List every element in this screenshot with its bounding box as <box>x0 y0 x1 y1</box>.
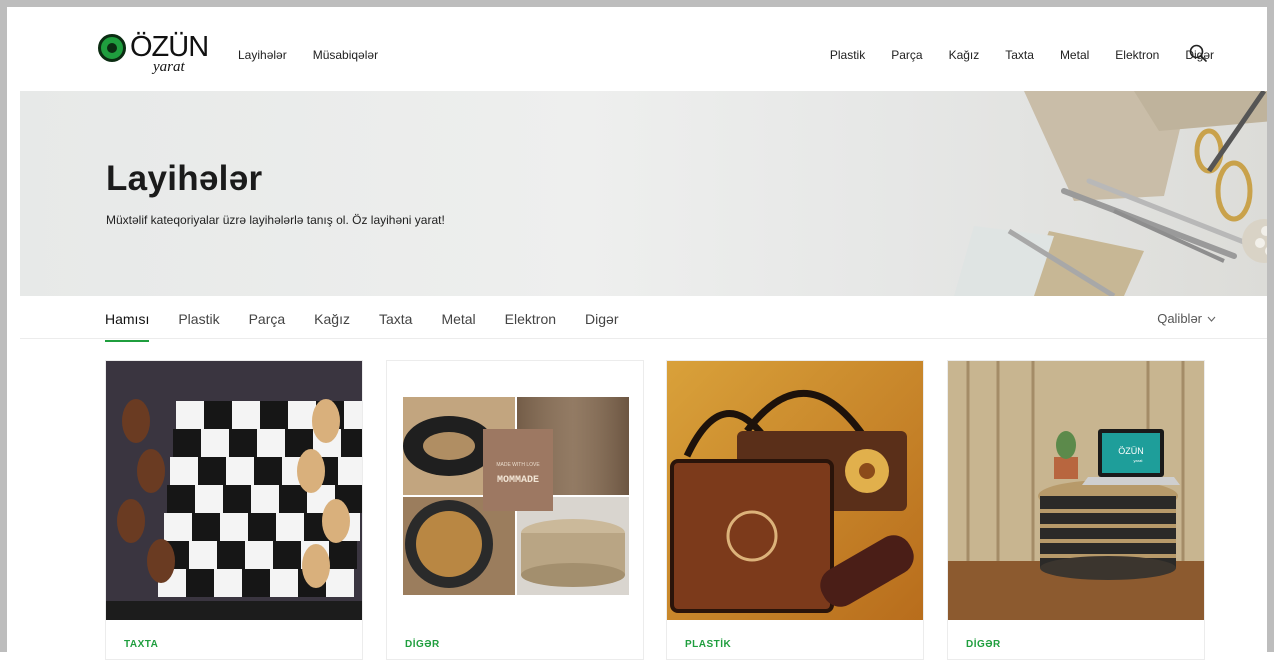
laptop-screen-logo: ÖZÜN <box>1118 446 1144 456</box>
collage-caption: MOMMADE <box>497 475 539 486</box>
cardboard-table-image: ÖZÜN yarat <box>948 361 1204 620</box>
templates-dropdown[interactable]: Qaliblər <box>1157 311 1216 326</box>
project-card[interactable]: PLASTİK <box>666 360 924 660</box>
card-category: PLASTİK <box>685 639 732 650</box>
chevron-down-icon <box>1207 316 1216 322</box>
nav-fabric[interactable]: Parça <box>891 48 922 62</box>
nav-metal[interactable]: Metal <box>1060 48 1089 62</box>
project-card[interactable]: MADE WITH LOVE MOMMADE DİGƏR <box>386 360 644 660</box>
page-title: Layihələr <box>106 159 263 198</box>
card-category: TAXTA <box>124 639 159 650</box>
project-card[interactable]: ÖZÜN yarat DİGƏR <box>947 360 1205 660</box>
nav-plastic[interactable]: Plastik <box>830 48 865 62</box>
hero-banner: Layihələr Müxtəlif kateqoriyalar üzrə la… <box>20 91 1274 296</box>
project-card[interactable]: TAXTA <box>105 360 363 660</box>
tab-electronics[interactable]: Elektron <box>505 311 556 339</box>
card-category: DİGƏR <box>966 639 1001 650</box>
tab-plastic[interactable]: Plastik <box>178 311 219 339</box>
category-nav: Plastik Parça Kağız Taxta Metal Elektron… <box>830 48 1214 62</box>
tire-table-collage-image: MADE WITH LOVE MOMMADE <box>387 361 643 620</box>
tabs-divider <box>20 338 1267 339</box>
nav-projects[interactable]: Layihələr <box>238 48 287 62</box>
nav-electronics[interactable]: Elektron <box>1115 48 1159 62</box>
page-subtitle: Müxtəlif kateqoriyalar üzrə layihələrlə … <box>106 213 445 227</box>
nav-competitions[interactable]: Müsabiqələr <box>313 48 378 62</box>
tab-wood[interactable]: Taxta <box>379 311 412 339</box>
tab-other[interactable]: Digər <box>585 311 618 339</box>
collage-caption-small: MADE WITH LOVE <box>496 462 540 468</box>
card-category: DİGƏR <box>405 639 440 650</box>
category-tabs: Hamısı Plastik Parça Kağız Taxta Metal E… <box>105 311 619 342</box>
tab-paper[interactable]: Kağız <box>314 311 350 339</box>
tab-metal[interactable]: Metal <box>441 311 475 339</box>
site-logo[interactable]: ÖZÜN yarat <box>97 31 209 81</box>
bags-image <box>667 361 923 620</box>
tab-all[interactable]: Hamısı <box>105 311 150 342</box>
craft-supplies-image <box>954 91 1274 296</box>
logo-mark <box>98 34 126 62</box>
laptop-screen-sub: yarat <box>1134 458 1144 463</box>
nav-paper[interactable]: Kağız <box>949 48 980 62</box>
logo-subtitle: yarat <box>153 59 185 75</box>
primary-nav: Layihələr Müsabiqələr <box>238 48 378 62</box>
search-icon[interactable] <box>1188 43 1208 63</box>
templates-label: Qaliblər <box>1157 311 1202 326</box>
chess-board-image <box>106 361 362 620</box>
tab-fabric[interactable]: Parça <box>249 311 286 339</box>
nav-wood[interactable]: Taxta <box>1005 48 1034 62</box>
